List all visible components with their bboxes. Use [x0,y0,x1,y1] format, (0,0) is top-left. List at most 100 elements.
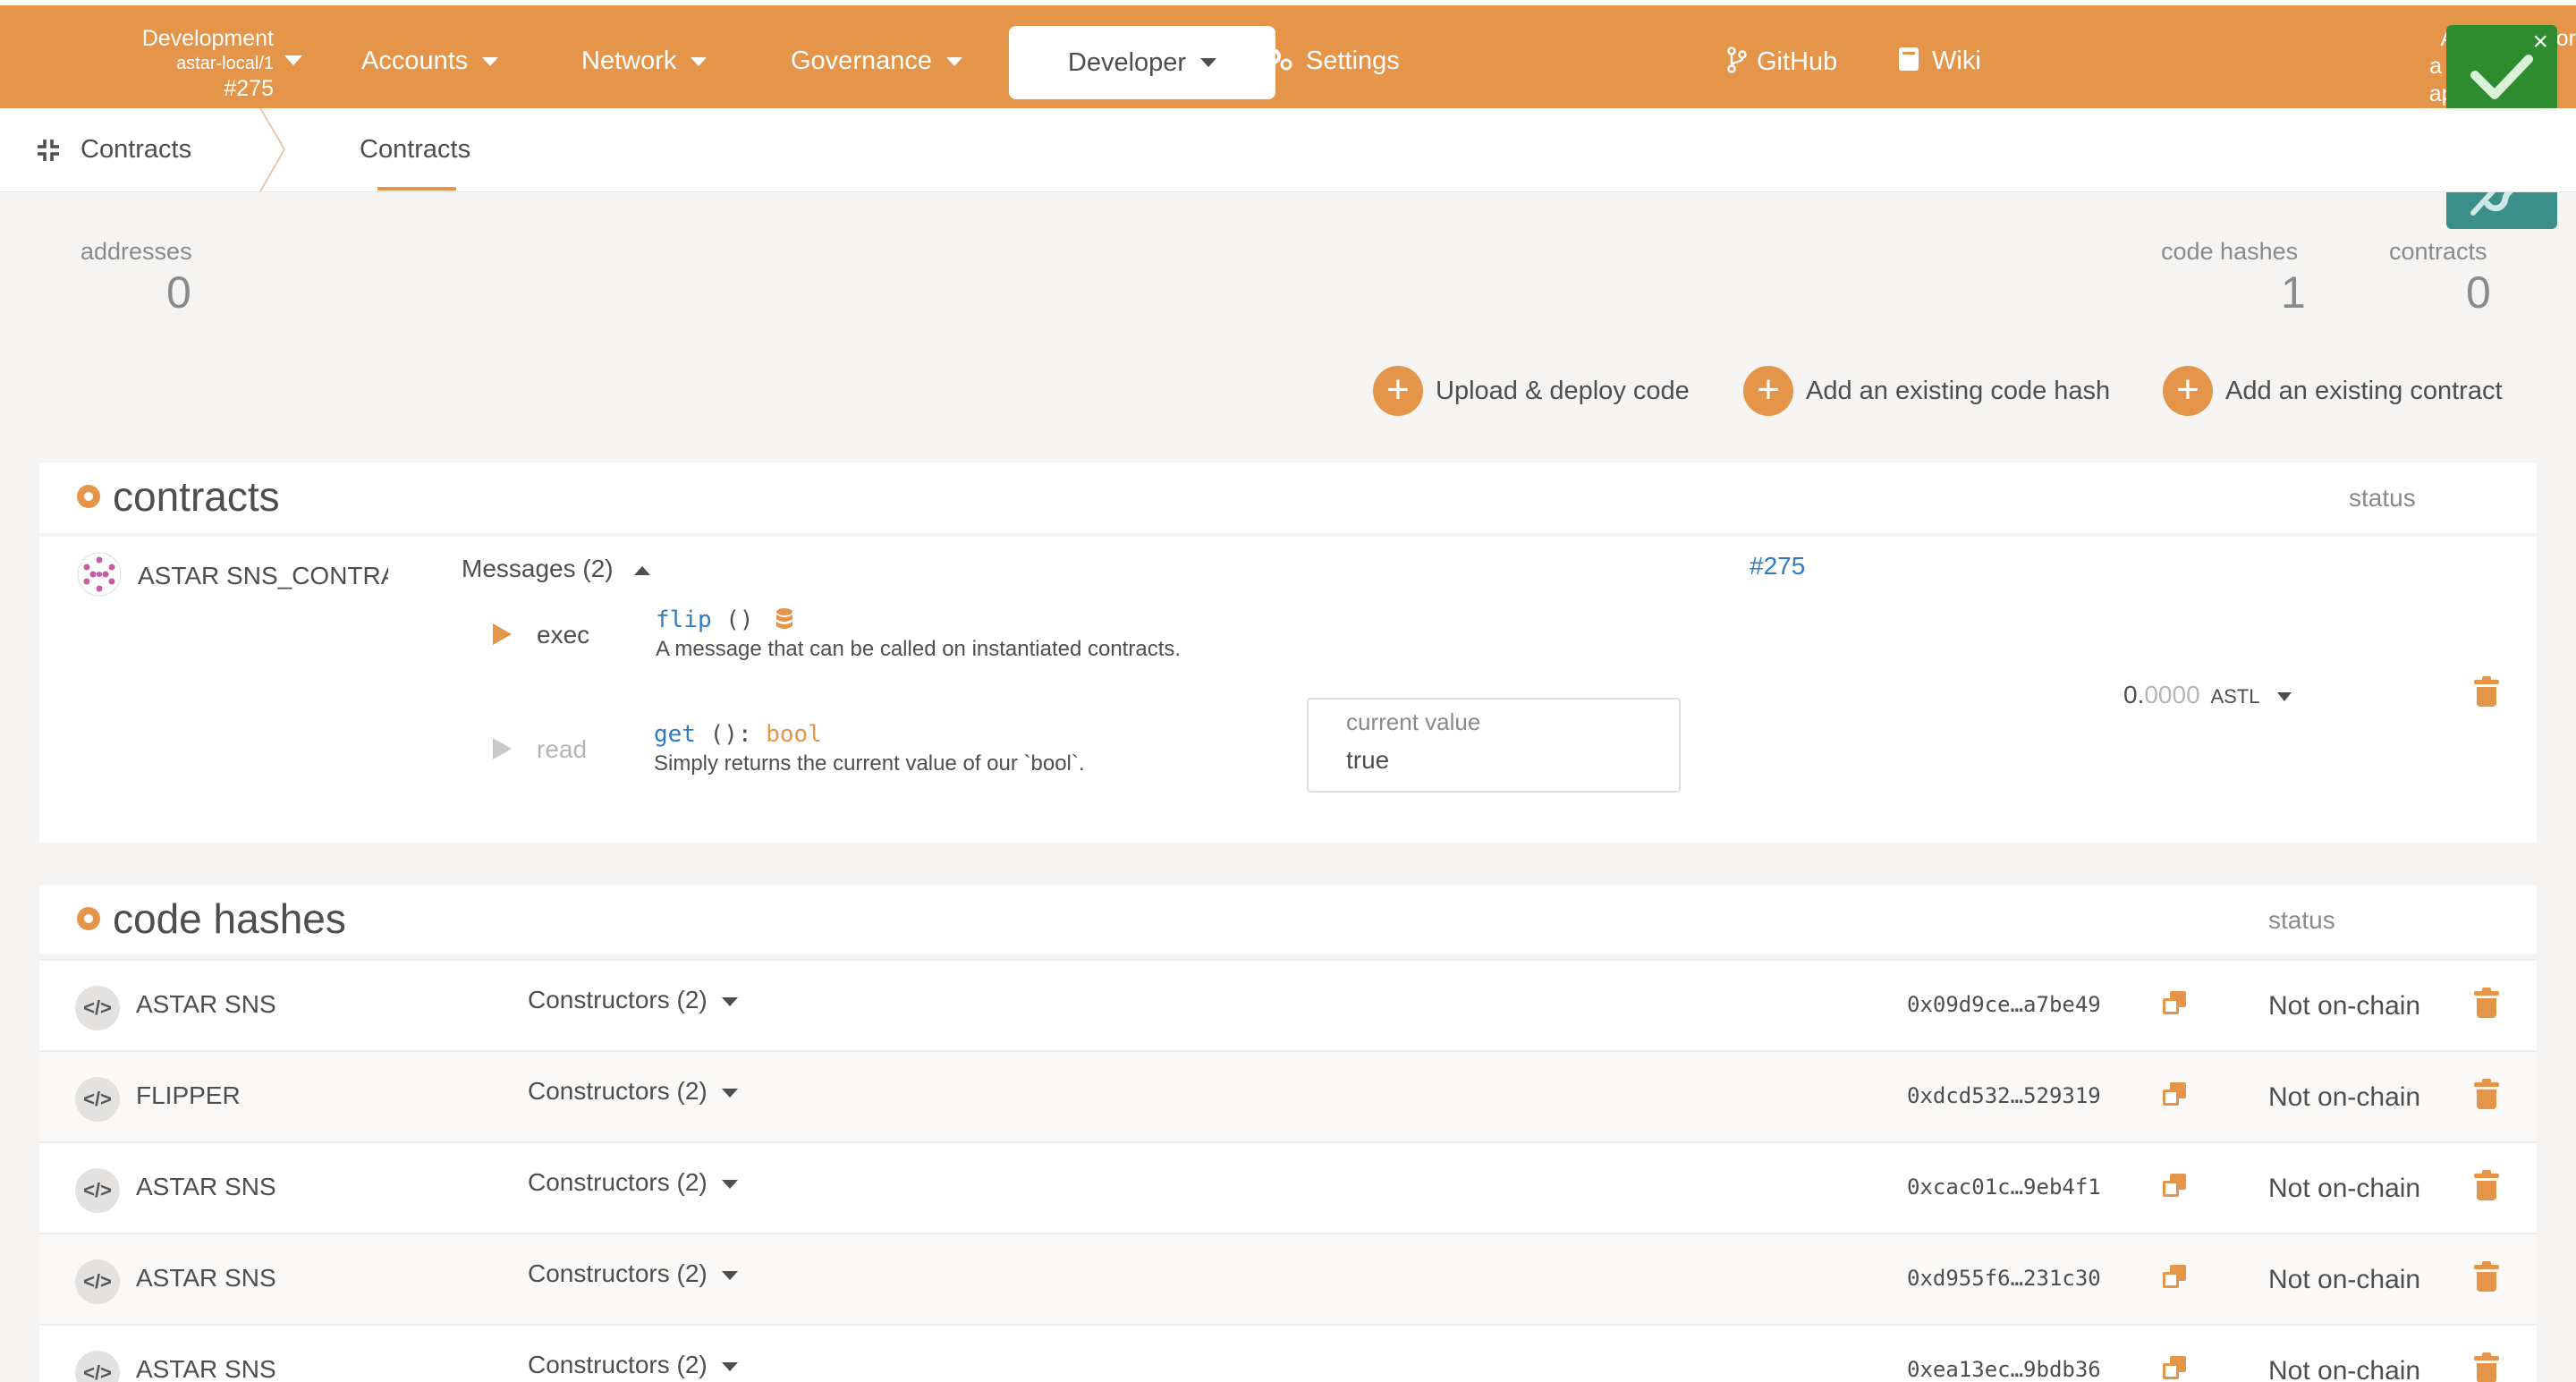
trash-icon[interactable] [2474,1261,2499,1292]
gear-icon [1265,48,1292,71]
chain-block: #275 [224,76,274,101]
copy-icon[interactable] [2163,1356,2186,1379]
menu-governance-label: Governance [791,47,932,75]
code-name: ASTAR SNS [136,1355,276,1382]
collapse-icon[interactable] [36,138,61,163]
table-row: </> ASTAR SNS Constructors (2) 0xcac01c…… [39,1141,2537,1234]
trash-icon[interactable] [2474,676,2499,707]
constructors-toggle[interactable]: Constructors (2) [528,986,738,1014]
chevron-down-icon [2277,691,2292,701]
trash-icon[interactable] [2474,1079,2499,1109]
menu-governance[interactable]: Governance [791,47,962,76]
trash-icon[interactable] [2474,1352,2499,1382]
sub-navigation: Contracts Contracts [0,108,2576,192]
menu-settings[interactable]: Settings [1263,47,1400,76]
add-code-hash-button[interactable]: + Add an existing code hash [1743,366,2110,416]
message-flip-signature: flip () [656,606,794,633]
message-params: () [695,721,738,748]
contracts-title: contracts [113,473,280,520]
chevron-down-icon [1200,58,1217,67]
link-github[interactable]: GitHub [1726,47,1837,77]
add-code-hash-label: Add an existing code hash [1806,376,2111,405]
add-contract-label: Add an existing contract [2225,376,2503,405]
code-icon: </> [75,1168,120,1213]
code-hashes-status-header: status [2268,906,2335,934]
code-hash: 0x09d9ce…a7be49 [1907,992,2101,1017]
current-value-label: current value [1346,708,1481,735]
code-status: Not on-chain [2268,1174,2421,1203]
contract-block-link[interactable]: #275 [1750,552,1805,581]
plus-icon: + [1743,366,1793,416]
message-return-separator: : [737,721,767,748]
chevron-down-icon [946,57,962,67]
chain-selector[interactable]: Development astar-local/1 #275 [116,25,274,102]
message-name: get [654,721,696,748]
copy-icon[interactable] [2163,1174,2186,1197]
code-icon: </> [75,1077,120,1122]
code-name: FLIPPER [136,1081,241,1109]
link-github-label: GitHub [1757,47,1838,76]
tab-contracts[interactable]: Contracts [360,135,470,165]
copy-icon[interactable] [2163,1082,2186,1106]
constructors-toggle[interactable]: Constructors (2) [528,1259,738,1288]
menu-accounts[interactable]: Accounts [361,47,499,76]
constructors-toggle[interactable]: Constructors (2) [528,1351,738,1379]
current-value-field: current value true [1307,698,1681,793]
chevron-down-icon [721,1179,738,1189]
chevron-down-icon [721,1088,738,1098]
chevron-down-icon [721,1270,738,1280]
contracts-value: 0 [2466,267,2491,318]
constructors-label: Constructors (2) [528,1077,708,1105]
table-row: </> ASTAR SNS Constructors (2) 0xd955f6…… [39,1233,2537,1325]
read-play-icon[interactable] [491,737,513,760]
constructors-toggle[interactable]: Constructors (2) [528,1168,738,1197]
trash-icon[interactable] [2474,988,2499,1018]
constructors-label: Constructors (2) [528,1351,708,1378]
copy-icon[interactable] [2163,1265,2186,1288]
code-hashes-header [39,886,2537,954]
chevron-up-icon [634,565,651,575]
exec-play-icon[interactable] [491,623,513,646]
menu-developer[interactable]: Developer [1009,26,1275,99]
contract-identicon [77,552,122,597]
messages-toggle[interactable]: Messages (2) [462,555,651,583]
constructors-toggle[interactable]: Constructors (2) [528,1077,738,1106]
code-name: ASTAR SNS [136,1264,276,1292]
chevron-down-icon [721,1361,738,1371]
read-button[interactable]: read [537,735,587,764]
menu-settings-label: Settings [1306,47,1400,75]
code-status: Not on-chain [2268,1082,2421,1112]
breadcrumb-separator [259,108,286,191]
branch-icon [1727,47,1747,73]
contract-balance[interactable]: 0.0000 ASTL [2123,681,2292,709]
message-get-doc: Simply returns the current value of our … [654,751,1085,776]
code-name: ASTAR SNS [136,1173,276,1200]
breadcrumb-section[interactable]: Contracts [80,135,191,165]
constructors-label: Constructors (2) [528,986,708,1013]
upload-deploy-button[interactable]: + Upload & deploy code [1373,366,1690,416]
link-wiki[interactable]: Wiki [1898,47,1981,76]
plus-icon: + [1373,366,1423,416]
code-status: Not on-chain [2268,991,2421,1021]
code-hash: 0xcac01c…9eb4f1 [1907,1174,2101,1200]
contracts-header [39,462,2537,533]
copy-icon[interactable] [2163,991,2186,1014]
chevron-down-icon [482,57,499,67]
code-hash: 0xea13ec…9bdb36 [1907,1357,2101,1382]
add-contract-button[interactable]: + Add an existing contract [2163,366,2503,416]
constructors-label: Constructors (2) [528,1168,708,1196]
table-row: </> ASTAR SNS Constructors (2) 0x09d9ce…… [39,959,2537,1051]
chain-chevron-down-icon[interactable] [284,55,302,65]
contracts-label: contracts [2389,238,2487,265]
trash-icon[interactable] [2474,1170,2499,1200]
code-hashes-section-title: code hashes [77,894,346,943]
message-params: () [711,606,754,633]
menu-network[interactable]: Network [581,47,708,76]
exec-button[interactable]: exec [537,621,589,649]
contract-name: ASTAR SNS_CONTRA [138,562,388,589]
chain-name: Development [141,26,274,51]
section-dot-icon [77,907,100,930]
close-icon[interactable]: × [2532,29,2548,55]
constructors-label: Constructors (2) [528,1259,708,1287]
messages-label: Messages (2) [462,555,614,582]
